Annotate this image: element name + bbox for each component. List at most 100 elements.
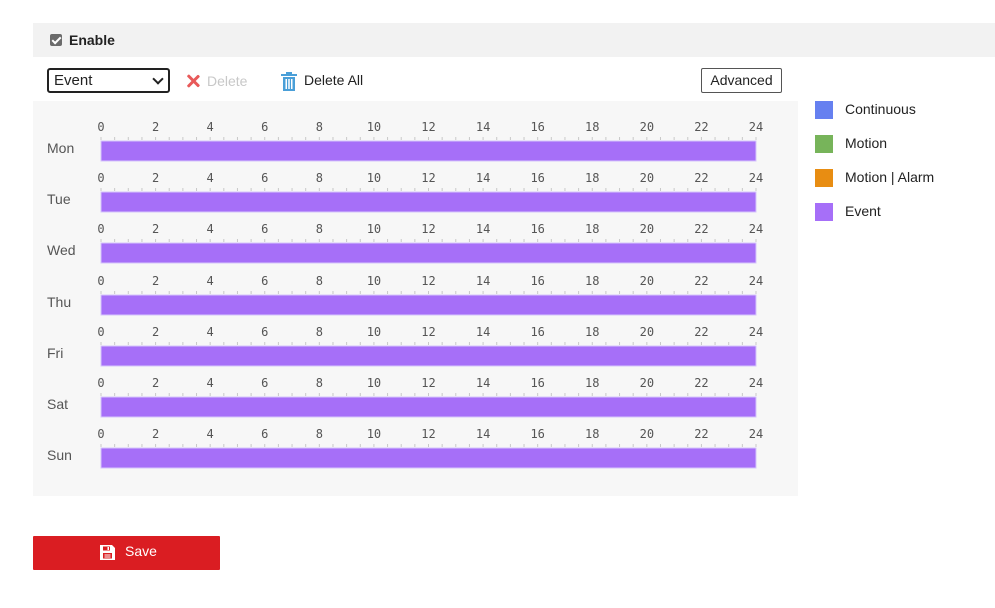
hour-tick-label: 0 xyxy=(97,325,104,339)
legend-item: Motion xyxy=(815,134,985,154)
hour-tick-label: 12 xyxy=(421,274,435,288)
hour-tick-label: 10 xyxy=(367,325,381,339)
hour-tick-label: 6 xyxy=(261,427,268,441)
schedule-bar[interactable] xyxy=(100,447,757,469)
hour-tick-label: 10 xyxy=(367,120,381,134)
hour-tick-label: 10 xyxy=(367,222,381,236)
hour-tick-label: 14 xyxy=(476,222,490,236)
hour-tick-label: 16 xyxy=(530,427,544,441)
enable-checkbox[interactable] xyxy=(50,34,62,46)
hour-tick-label: 18 xyxy=(585,171,599,185)
legend-label: Motion xyxy=(845,135,888,151)
hour-tick-label: 22 xyxy=(694,222,708,236)
hour-tick-label: 2 xyxy=(152,325,159,339)
hour-tick-label: 24 xyxy=(749,274,763,288)
hour-tick-label: 20 xyxy=(640,274,654,288)
hour-tick-label: 22 xyxy=(694,171,708,185)
hour-tick-label: 16 xyxy=(530,274,544,288)
schedule-row-fri: Fri 0 2 4 6 8 10 12 14 16 18 20 22 24 xyxy=(33,306,798,367)
legend-label: Continuous xyxy=(845,101,916,117)
hour-tick-label: 14 xyxy=(476,427,490,441)
hour-tick-label: 2 xyxy=(152,120,159,134)
hour-tick-label: 18 xyxy=(585,222,599,236)
advanced-button[interactable]: Advanced xyxy=(701,68,782,93)
schedule-row-thu: Thu 0 2 4 6 8 10 12 14 16 18 20 22 24 xyxy=(33,255,798,316)
day-label: Sun xyxy=(47,447,72,464)
hour-tick-label: 12 xyxy=(421,427,435,441)
hour-tick-label: 4 xyxy=(207,274,214,288)
legend-item: Motion | Alarm xyxy=(815,168,985,188)
hour-tick-label: 20 xyxy=(640,171,654,185)
legend-swatch xyxy=(815,135,833,153)
hour-tick-label: 0 xyxy=(97,376,104,390)
hour-tick-label: 20 xyxy=(640,325,654,339)
hour-tick-label: 6 xyxy=(261,376,268,390)
hour-tick-label: 4 xyxy=(207,120,214,134)
hour-tick-label: 24 xyxy=(749,376,763,390)
hour-tick-label: 0 xyxy=(97,274,104,288)
hour-tick-label: 24 xyxy=(749,325,763,339)
legend-label: Event xyxy=(845,203,881,219)
hour-tick-label: 16 xyxy=(530,171,544,185)
hour-tick-label: 10 xyxy=(367,376,381,390)
hour-tick-label: 18 xyxy=(585,274,599,288)
hour-tick-label: 12 xyxy=(421,222,435,236)
day-timeline[interactable]: 0 2 4 6 8 10 12 14 16 18 20 22 24 xyxy=(93,425,773,471)
delete-all-label: Delete All xyxy=(304,72,364,88)
hour-tick-label: 4 xyxy=(207,325,214,339)
trash-icon xyxy=(281,72,297,91)
hour-tick-label: 0 xyxy=(97,171,104,185)
hour-tick-label: 22 xyxy=(694,325,708,339)
hour-tick-label: 22 xyxy=(694,274,708,288)
hour-tick-label: 2 xyxy=(152,171,159,185)
schedule-grid: Mon 0 2 4 6 8 10 12 14 16 18 20 22 24 Tue 0 2 4 6 8 10 12 14 16… xyxy=(33,101,798,496)
legend-swatch xyxy=(815,169,833,187)
hour-tick-label: 20 xyxy=(640,222,654,236)
schedule-row-wed: Wed 0 2 4 6 8 10 12 14 16 18 20 22 24 xyxy=(33,203,798,264)
legend-label: Motion | Alarm xyxy=(845,169,935,185)
hour-tick-label: 24 xyxy=(749,427,763,441)
hour-tick-label: 24 xyxy=(749,222,763,236)
hour-tick-label: 14 xyxy=(476,171,490,185)
hour-tick-label: 14 xyxy=(476,120,490,134)
hour-tick-label: 10 xyxy=(367,427,381,441)
hour-tick-label: 8 xyxy=(316,274,323,288)
hour-tick-label: 20 xyxy=(640,120,654,134)
hour-tick-label: 16 xyxy=(530,376,544,390)
hour-tick-label: 24 xyxy=(749,120,763,134)
hour-tick-label: 12 xyxy=(421,325,435,339)
legend-swatch xyxy=(815,203,833,221)
hour-tick-label: 16 xyxy=(530,120,544,134)
hour-tick-label: 4 xyxy=(207,171,214,185)
hour-tick-label: 6 xyxy=(261,222,268,236)
schedule-row-sat: Sat 0 2 4 6 8 10 12 14 16 18 20 22 24 xyxy=(33,357,798,418)
legend-item: Continuous xyxy=(815,100,985,120)
hour-tick-label: 12 xyxy=(421,171,435,185)
hour-tick-label: 8 xyxy=(316,376,323,390)
hour-tick-label: 14 xyxy=(476,274,490,288)
enable-bar: Enable xyxy=(33,23,995,57)
hour-tick-label: 4 xyxy=(207,427,214,441)
hour-tick-label: 16 xyxy=(530,222,544,236)
hour-tick-label: 18 xyxy=(585,376,599,390)
hour-tick-label: 4 xyxy=(207,222,214,236)
hour-tick-label: 6 xyxy=(261,171,268,185)
hour-tick-label: 2 xyxy=(152,274,159,288)
hour-tick-label: 24 xyxy=(749,171,763,185)
hour-tick-label: 22 xyxy=(694,427,708,441)
schedule-row-tue: Tue 0 2 4 6 8 10 12 14 16 18 20 22 24 xyxy=(33,152,798,213)
save-button[interactable]: Save xyxy=(33,536,220,570)
schedule-row-sun: Sun 0 2 4 6 8 10 12 14 16 18 20 22 24 xyxy=(33,408,798,469)
schedule-type-select[interactable]: Event xyxy=(47,68,170,93)
hour-tick-label: 6 xyxy=(261,120,268,134)
delete-label: Delete xyxy=(207,73,248,89)
hour-tick-label: 0 xyxy=(97,222,104,236)
schedule-type-value: Event xyxy=(54,72,93,89)
hour-tick-label: 8 xyxy=(316,427,323,441)
legend-item: Event xyxy=(815,202,985,222)
hour-tick-label: 6 xyxy=(261,325,268,339)
schedule-row-mon: Mon 0 2 4 6 8 10 12 14 16 18 20 22 24 xyxy=(33,101,798,162)
hour-tick-label: 8 xyxy=(316,222,323,236)
hour-tick-label: 18 xyxy=(585,120,599,134)
hour-tick-label: 18 xyxy=(585,325,599,339)
